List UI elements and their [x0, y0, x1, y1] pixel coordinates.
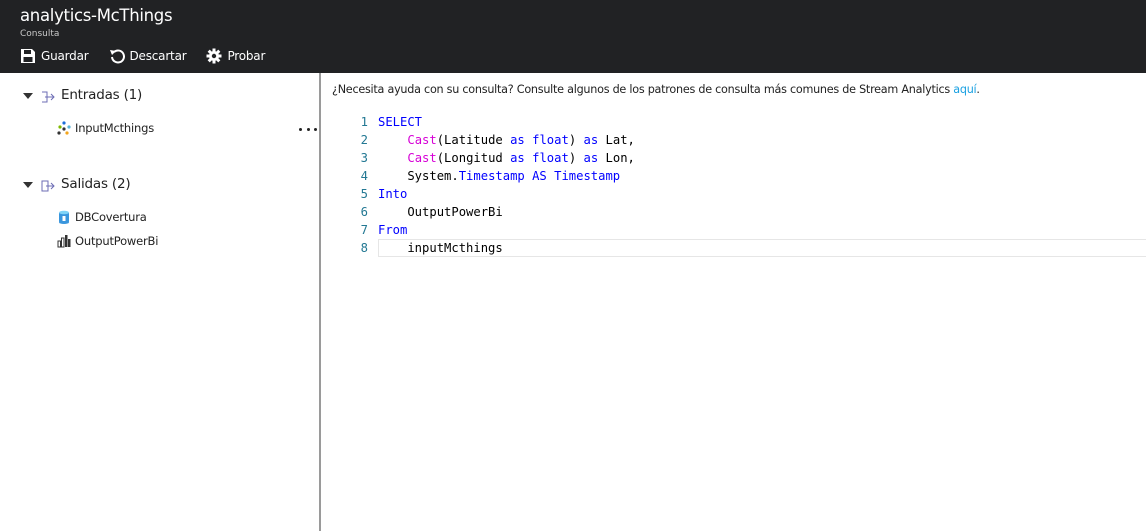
- function-token: Cast: [407, 151, 437, 165]
- keyword-token: float: [532, 133, 569, 147]
- line-number: 4: [360, 169, 368, 183]
- sidebar-item-label: DBCovertura: [75, 210, 147, 224]
- code-token: Lon,: [598, 151, 635, 165]
- line-code: System.Timestamp AS Timestamp: [378, 167, 620, 185]
- code-token: ): [568, 133, 584, 147]
- stream-input-icon: [57, 121, 71, 135]
- line-code: OutputPowerBi: [378, 203, 503, 221]
- outputs-group-label: Salidas (2): [61, 176, 131, 192]
- save-button[interactable]: Guardar: [20, 48, 89, 64]
- code-token: OutputPowerBi: [378, 205, 503, 219]
- code-token: (Longitud: [436, 151, 511, 165]
- code-editor[interactable]: 1 SELECT 2 Cast(Latitude as float) as Lat,…: [323, 113, 1146, 273]
- line-number: 1: [360, 115, 368, 129]
- sidebar-item-label: InputMcthings: [75, 121, 154, 135]
- help-text-end: .: [976, 83, 980, 96]
- line-number: 6: [360, 205, 368, 219]
- line-code: SELECT: [378, 113, 422, 131]
- keyword-token: as: [510, 151, 525, 165]
- test-button-label: Probar: [227, 49, 266, 63]
- code-line[interactable]: 3 Cast(Longitud as float) as Lon,: [323, 149, 1146, 167]
- chevron-down-icon[interactable]: [23, 182, 33, 188]
- discard-button[interactable]: Descartar: [109, 48, 187, 64]
- input-group-icon: [42, 91, 55, 102]
- line-number: 2: [360, 133, 368, 147]
- sidebar-item-dbcovertura[interactable]: DBCovertura: [57, 208, 147, 226]
- line-number: 7: [360, 223, 368, 237]
- sidebar: Entradas (1) InputMcthings Salidas (2) D…: [0, 73, 321, 531]
- line-number: 3: [360, 151, 368, 165]
- test-button[interactable]: Probar: [206, 48, 265, 64]
- code-token: ): [568, 151, 584, 165]
- database-icon: [59, 210, 69, 224]
- more-options-icon[interactable]: [299, 123, 317, 135]
- sidebar-item-label: OutputPowerBi: [75, 234, 159, 248]
- code-line[interactable]: 5 Into: [323, 185, 1146, 203]
- outputs-group[interactable]: Salidas (2): [23, 174, 131, 194]
- line-code: Cast(Latitude as float) as Lat,: [378, 131, 635, 149]
- help-text: ¿Necesita ayuda con su consulta? Consult…: [332, 83, 980, 96]
- code-line[interactable]: 2 Cast(Latitude as float) as Lat,: [323, 131, 1146, 149]
- gear-icon: [206, 48, 222, 64]
- code-token: System.: [378, 169, 459, 183]
- query-editor-panel: ¿Necesita ayuda con su consulta? Consult…: [323, 73, 1146, 531]
- code-line[interactable]: 6 OutputPowerBi: [323, 203, 1146, 221]
- keyword-token: as: [510, 133, 525, 147]
- code-token: (Latitude: [436, 133, 511, 147]
- line-code: inputMcthings: [378, 239, 503, 257]
- line-code: Into: [378, 185, 407, 203]
- discard-button-label: Descartar: [129, 49, 187, 63]
- page-subtitle: Consulta: [20, 29, 60, 39]
- code-token: inputMcthings: [378, 241, 503, 255]
- chevron-down-icon[interactable]: [23, 93, 33, 99]
- powerbi-icon: [57, 235, 71, 248]
- code-line[interactable]: 1 SELECT: [323, 113, 1146, 131]
- undo-icon: [109, 49, 125, 64]
- keyword-token: as: [583, 151, 599, 165]
- code-token: Lat,: [598, 133, 635, 147]
- save-button-label: Guardar: [41, 49, 89, 63]
- keyword-token: SELECT: [378, 115, 423, 129]
- output-group-icon: [41, 180, 55, 191]
- line-number: 5: [360, 187, 368, 201]
- keyword-token: float: [532, 151, 569, 165]
- sidebar-item-inputmcthings[interactable]: InputMcthings: [57, 119, 154, 137]
- save-icon: [21, 49, 35, 63]
- code-line[interactable]: 8 inputMcthings: [323, 239, 1146, 257]
- keyword-token: From: [378, 223, 408, 237]
- keyword-token: as: [583, 133, 599, 147]
- help-link[interactable]: aquí: [953, 83, 976, 96]
- inputs-group[interactable]: Entradas (1): [23, 85, 142, 105]
- keyword-token: Timestamp AS Timestamp: [458, 169, 621, 183]
- line-code: Cast(Longitud as float) as Lon,: [378, 149, 635, 167]
- function-token: Cast: [407, 133, 437, 147]
- header-bar: analytics-McThings Consulta Guardar Desc…: [0, 0, 1146, 73]
- line-number: 8: [360, 241, 368, 255]
- code-line[interactable]: 7 From: [323, 221, 1146, 239]
- toolbar: Guardar Descartar Probar: [20, 47, 285, 65]
- sidebar-item-outputpowerbi[interactable]: OutputPowerBi: [57, 232, 158, 250]
- page-title: analytics-McThings: [20, 6, 173, 25]
- code-line[interactable]: 4 System.Timestamp AS Timestamp: [323, 167, 1146, 185]
- keyword-token: Into: [378, 187, 408, 201]
- help-text-body: ¿Necesita ayuda con su consulta? Consult…: [332, 83, 954, 96]
- inputs-group-label: Entradas (1): [61, 87, 143, 103]
- line-code: From: [378, 221, 407, 239]
